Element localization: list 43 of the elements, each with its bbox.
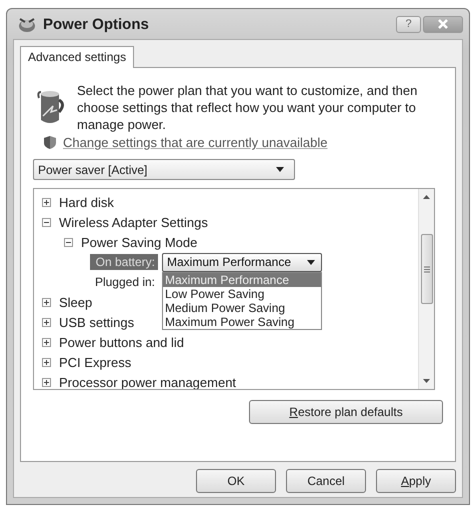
expand-icon[interactable] bbox=[42, 358, 51, 366]
collapse-icon[interactable] bbox=[64, 238, 73, 246]
setting-label[interactable]: Plugged in: bbox=[90, 274, 158, 290]
plan-dropdown[interactable]: Power saver [Active] bbox=[33, 159, 295, 180]
expand-icon[interactable] bbox=[42, 378, 51, 386]
dropdown-arrow-icon bbox=[276, 167, 284, 172]
tree-item[interactable]: Power Saving Mode bbox=[81, 234, 198, 250]
setting-label[interactable]: On battery: bbox=[90, 254, 158, 270]
tree-item[interactable]: PCI Express bbox=[59, 354, 132, 370]
instruction-text: Select the power plan that you want to customize, and then choose settings that reflect how you want your computer to manage power. bbox=[77, 82, 418, 133]
expand-icon[interactable] bbox=[42, 298, 51, 306]
restore-defaults-button[interactable]: Restore plan defaults bbox=[249, 400, 443, 424]
tree-item[interactable]: USB settings bbox=[59, 314, 134, 330]
expand-icon[interactable] bbox=[42, 198, 51, 206]
scroll-thumb[interactable] bbox=[420, 234, 432, 304]
grip-icon bbox=[424, 266, 430, 272]
setting-dropdown[interactable]: Maximum Performance bbox=[162, 252, 322, 272]
dropdown-option[interactable]: Medium Power Saving bbox=[163, 300, 321, 314]
expand-icon[interactable] bbox=[42, 318, 51, 326]
dropdown-arrow-icon bbox=[307, 260, 315, 264]
scroll-up-icon[interactable] bbox=[423, 195, 430, 199]
expand-icon[interactable] bbox=[42, 338, 51, 346]
dropdown-option[interactable]: Maximum Performance bbox=[163, 272, 321, 286]
scroll-down-icon[interactable] bbox=[423, 379, 430, 383]
close-icon bbox=[437, 19, 449, 29]
shield-icon bbox=[43, 135, 57, 150]
close-button[interactable] bbox=[423, 16, 463, 32]
dialog-button[interactable]: Apply bbox=[376, 469, 456, 493]
tree-item[interactable]: Processor power management bbox=[59, 374, 236, 389]
collapse-icon[interactable] bbox=[42, 218, 51, 226]
tree-item[interactable]: Hard disk bbox=[59, 194, 114, 210]
scrollbar[interactable] bbox=[418, 189, 434, 389]
dropdown-option[interactable]: Low Power Saving bbox=[163, 286, 321, 300]
dialog-button[interactable]: Cancel bbox=[286, 469, 366, 493]
tree-item[interactable]: Wireless Adapter Settings bbox=[59, 214, 208, 230]
dialog-button[interactable]: OK bbox=[196, 469, 276, 493]
unavailable-settings-link[interactable]: Change settings that are currently unavailable bbox=[63, 135, 328, 150]
tree-item[interactable]: Power buttons and lid bbox=[59, 334, 184, 350]
tree-item[interactable]: Sleep bbox=[59, 294, 92, 310]
dropdown-option[interactable]: Maximum Power Saving bbox=[163, 314, 321, 328]
help-button[interactable]: ? bbox=[396, 16, 421, 32]
tab[interactable]: Advanced settings bbox=[20, 46, 134, 68]
window-title: Power Options bbox=[43, 16, 149, 32]
